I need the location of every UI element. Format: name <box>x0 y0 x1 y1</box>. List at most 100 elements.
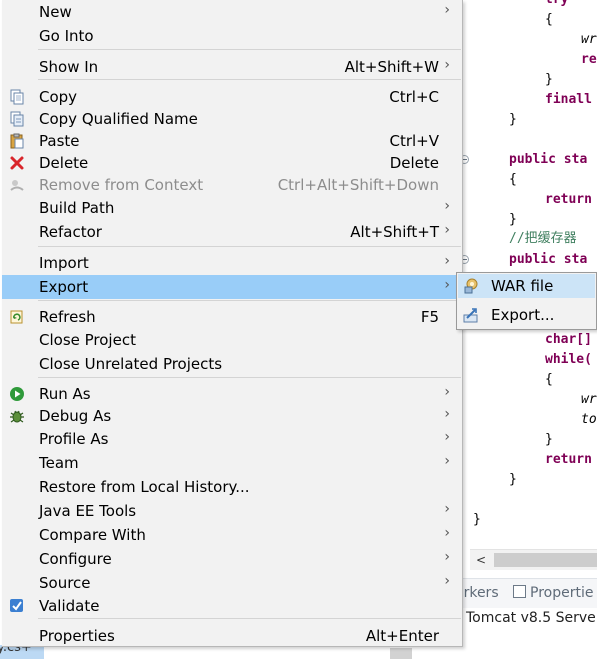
horizontal-scrollbar[interactable]: < <box>470 549 597 570</box>
menu-item-label: Build Path <box>39 199 115 217</box>
menu-item-shortcut: Alt+Enter <box>365 627 439 645</box>
code-line: wr <box>581 32 597 47</box>
chevron-right-icon: › <box>444 429 450 445</box>
menu-item-shortcut: Ctrl+C <box>389 88 439 106</box>
server-row[interactable]: Tomcat v8.5 Serve <box>466 610 596 626</box>
copy-qualified-name-icon <box>9 111 25 127</box>
code-line: { <box>545 372 553 387</box>
run-icon <box>9 386 25 402</box>
code-line: return <box>545 192 592 207</box>
code-line: } <box>509 112 517 127</box>
menu-item-label: Debug As <box>39 407 112 425</box>
menu-item-debug-as[interactable]: Debug As › <box>2 404 462 428</box>
menu-item-go-into[interactable]: Go Into <box>2 24 462 48</box>
chevron-right-icon: › <box>444 198 450 214</box>
menu-item-refresh[interactable]: Refresh F5 <box>2 305 462 329</box>
fold-collapse-icon[interactable] <box>463 155 469 164</box>
menu-item-label: Remove from Context <box>39 176 204 194</box>
menu-item-configure[interactable]: Configure › <box>2 547 462 571</box>
menu-item-properties[interactable]: Properties Alt+Enter <box>2 624 462 648</box>
menu-item-label: Copy <box>39 88 78 106</box>
menu-item-remove-from-context[interactable]: Remove from Context Ctrl+Alt+Shift+Down <box>2 173 462 197</box>
war-file-icon <box>463 278 479 294</box>
menu-item-label: New <box>39 3 72 21</box>
menu-item-shortcut: Alt+Shift+T <box>350 223 439 241</box>
menu-item-copy-qualified-name[interactable]: Copy Qualified Name <box>2 107 462 131</box>
menu-item-compare-with[interactable]: Compare With › <box>2 523 462 547</box>
code-line: while( <box>545 352 592 367</box>
menu-item-new[interactable]: New › <box>2 0 462 24</box>
menu-item-label: Compare With <box>39 526 146 544</box>
menu-item-label: Restore from Local History... <box>39 478 250 496</box>
menu-item-label: Show In <box>39 58 99 76</box>
menu-item-team[interactable]: Team › <box>2 451 462 475</box>
code-line: return <box>545 452 592 467</box>
paste-icon <box>9 133 25 149</box>
menu-item-label: Source <box>39 574 91 592</box>
menu-item-export[interactable]: Export › <box>2 275 462 299</box>
tab-properties[interactable]: Propertie <box>513 585 593 601</box>
menu-separator <box>38 618 461 619</box>
fold-collapse-icon[interactable] <box>463 255 469 264</box>
menu-item-label: Copy Qualified Name <box>39 110 198 128</box>
menu-item-label: Profile As <box>39 430 109 448</box>
menu-item-source[interactable]: Source › <box>2 571 462 595</box>
menu-item-close-project[interactable]: Close Project <box>2 328 462 352</box>
menu-item-import[interactable]: Import › <box>2 251 462 275</box>
refresh-icon <box>9 309 25 325</box>
submenu-item-export[interactable]: Export... <box>458 303 595 327</box>
code-line: finall <box>545 92 592 107</box>
remove-context-icon <box>9 177 25 193</box>
menu-item-paste[interactable]: Paste Ctrl+V <box>2 129 462 153</box>
chevron-right-icon: › <box>444 253 450 269</box>
code-line: public sta <box>509 252 588 267</box>
menu-item-label: Refactor <box>39 223 102 241</box>
menu-item-refactor[interactable]: Refactor Alt+Shift+T › <box>2 220 462 244</box>
chevron-right-icon: › <box>444 2 450 18</box>
submenu-item-label: WAR file <box>491 277 554 295</box>
menu-item-java-ee-tools[interactable]: Java EE Tools › <box>2 499 462 523</box>
properties-icon <box>513 585 526 598</box>
menu-item-show-in[interactable]: Show In Alt+Shift+W › <box>2 55 462 79</box>
menu-item-label: Run As <box>39 385 91 403</box>
menu-item-restore-from-local-history[interactable]: Restore from Local History... <box>2 475 462 499</box>
code-line: char[] <box>545 332 592 347</box>
code-comment: //把缓存器 <box>509 231 577 246</box>
scroll-left-arrow-icon[interactable]: < <box>470 550 492 570</box>
menu-separator <box>38 377 461 378</box>
menu-item-validate[interactable]: Validate <box>2 594 462 618</box>
menu-item-label: Import <box>39 254 89 272</box>
menu-separator <box>38 79 461 80</box>
scroll-thumb[interactable] <box>494 553 597 567</box>
menu-item-profile-as[interactable]: Profile As › <box>2 427 462 451</box>
menu-item-copy[interactable]: Copy Ctrl+C <box>2 85 462 109</box>
chevron-right-icon: › <box>444 384 450 400</box>
menu-item-delete[interactable]: Delete Delete <box>2 151 462 175</box>
chevron-right-icon: › <box>444 501 450 517</box>
code-line: re <box>581 52 597 67</box>
menu-separator <box>38 246 461 247</box>
menu-item-build-path[interactable]: Build Path › <box>2 196 462 220</box>
menu-item-shortcut: Alt+Shift+W <box>344 58 439 76</box>
menu-item-label: Refresh <box>39 308 96 326</box>
code-line: } <box>473 512 481 527</box>
chevron-right-icon: › <box>444 573 450 589</box>
tab-properties-label: Propertie <box>530 585 594 601</box>
chevron-right-icon: › <box>444 453 450 469</box>
code-line: wr <box>581 392 597 407</box>
menu-item-label: Configure <box>39 550 112 568</box>
chevron-right-icon: › <box>444 222 450 238</box>
menu-item-run-as[interactable]: Run As › <box>2 382 462 406</box>
chevron-right-icon: › <box>444 525 450 541</box>
menu-item-label: Paste <box>39 132 80 150</box>
copy-icon <box>9 89 25 105</box>
submenu-item-war-file[interactable]: WAR file <box>458 274 595 298</box>
menu-item-label: Java EE Tools <box>39 502 137 520</box>
code-line: { <box>509 172 517 187</box>
menu-item-shortcut: Ctrl+Alt+Shift+Down <box>277 176 439 194</box>
menu-item-shortcut: F5 <box>420 308 439 326</box>
code-line: } <box>509 212 517 227</box>
code-line: } <box>509 472 517 487</box>
context-menu: New › Go Into Show In Alt+Shift+W › Copy Ctrl+C… <box>2 0 463 647</box>
menu-item-close-unrelated-projects[interactable]: Close Unrelated Projects <box>2 352 462 376</box>
